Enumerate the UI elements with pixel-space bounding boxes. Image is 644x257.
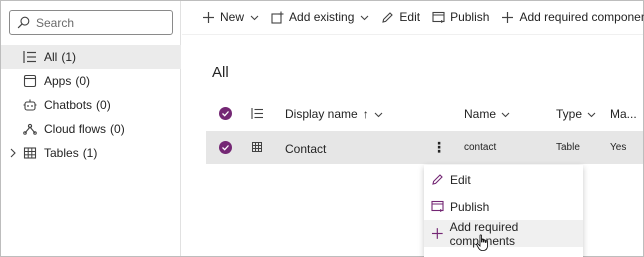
publish-icon <box>431 200 444 212</box>
menu-item-add-required-components[interactable]: Add required components <box>424 219 583 248</box>
table-icon <box>252 142 262 152</box>
command-bar: New Add existing Edit Publish Add requir… <box>196 6 644 28</box>
chevron-down-icon <box>250 15 259 20</box>
sidebar-item-apps[interactable]: Apps (0) <box>1 69 181 93</box>
row-checkbox[interactable] <box>219 141 232 154</box>
list-icon <box>23 50 37 64</box>
column-header-name[interactable]: Name <box>464 107 510 121</box>
publish-button[interactable]: Publish <box>426 6 495 28</box>
chevron-right-icon[interactable] <box>8 147 18 159</box>
table-row[interactable]: Contact ⋮ contact Table Yes <box>206 131 643 164</box>
sidebar-item-cloud-flows[interactable]: Cloud flows (0) <box>1 117 181 141</box>
menu-item-label: Add required components <box>449 219 519 248</box>
add-existing-button[interactable]: Add existing <box>265 6 375 28</box>
menu-item-label: Edit <box>450 172 471 187</box>
sidebar-item-tables[interactable]: Tables (1) <box>1 141 181 165</box>
search-input[interactable] <box>36 15 166 30</box>
column-label: Name <box>464 107 497 121</box>
menu-item-edit[interactable]: Edit <box>424 166 583 193</box>
sidebar-item-count: (1) <box>82 146 98 160</box>
sidebar-item-label: Apps <box>44 74 72 88</box>
hand-cursor-icon <box>476 234 488 251</box>
publish-label: Publish <box>450 10 490 24</box>
sidebar-item-label: All <box>44 50 58 64</box>
grid-header: Display name ↑ Name Type Ma... <box>206 99 643 129</box>
publish-icon <box>432 11 445 23</box>
list-view-icon[interactable] <box>251 107 264 120</box>
sort-ascending-icon: ↑ <box>362 107 369 121</box>
add-required-label: Add required components <box>519 10 644 24</box>
table-icon <box>23 146 37 160</box>
column-header-managed[interactable]: Ma... <box>610 107 637 121</box>
sidebar-nav: All (1) Apps (0) Chatbots (0) Cloud flow… <box>1 45 181 165</box>
sidebar-item-count: (0) <box>75 74 91 88</box>
context-menu: Edit Publish Add required components <box>424 165 583 257</box>
checkmark-icon <box>222 111 229 117</box>
cell-name: contact <box>464 142 497 153</box>
add-existing-label: Add existing <box>289 10 355 24</box>
sidebar-item-label: Chatbots <box>44 98 93 112</box>
chevron-down-icon <box>374 112 383 117</box>
search-icon <box>17 16 30 29</box>
edit-icon <box>432 174 443 185</box>
sidebar: All (1) Apps (0) Chatbots (0) Cloud flow… <box>1 1 181 256</box>
plus-icon <box>203 11 214 23</box>
sidebar-item-count: (1) <box>61 50 77 64</box>
chevron-down-icon <box>501 112 510 117</box>
new-button[interactable]: New <box>196 6 265 28</box>
plus-icon <box>502 11 514 23</box>
chevron-down-icon <box>587 112 596 117</box>
sidebar-item-label: Tables <box>44 146 79 160</box>
checkmark-icon <box>222 145 229 151</box>
more-options-icon[interactable]: ⋮ <box>432 139 446 156</box>
add-existing-icon <box>271 11 284 24</box>
sidebar-item-label: Cloud flows <box>44 122 107 136</box>
select-all-checkbox[interactable] <box>219 107 232 120</box>
chatbot-icon <box>23 98 37 112</box>
chevron-down-icon <box>361 15 369 20</box>
page-title: All <box>212 64 229 81</box>
column-header-display-name[interactable]: Display name ↑ <box>285 107 383 121</box>
sidebar-item-all[interactable]: All (1) <box>1 45 181 69</box>
new-label: New <box>220 10 245 24</box>
apps-icon <box>23 74 37 88</box>
add-required-components-button[interactable]: Add required components <box>495 6 644 28</box>
column-label: Display name <box>285 107 358 121</box>
menu-item-publish[interactable]: Publish <box>424 193 583 220</box>
edit-icon <box>382 11 394 23</box>
search-box[interactable] <box>9 10 173 35</box>
sidebar-item-count: (0) <box>110 122 125 136</box>
plus-icon <box>431 228 443 239</box>
cell-type: Table <box>556 142 580 153</box>
toolbar-divider <box>182 34 643 35</box>
sidebar-item-chatbots[interactable]: Chatbots (0) <box>1 93 181 117</box>
column-label: Type <box>556 107 583 121</box>
cell-managed: Yes <box>610 142 627 153</box>
sidebar-item-count: (0) <box>96 98 111 112</box>
column-header-type[interactable]: Type <box>556 107 596 121</box>
cloud-flow-icon <box>23 122 37 136</box>
menu-item-label: Publish <box>450 199 490 214</box>
edit-button[interactable]: Edit <box>375 6 426 28</box>
edit-label: Edit <box>399 10 421 24</box>
cell-display-name[interactable]: Contact <box>285 142 326 156</box>
